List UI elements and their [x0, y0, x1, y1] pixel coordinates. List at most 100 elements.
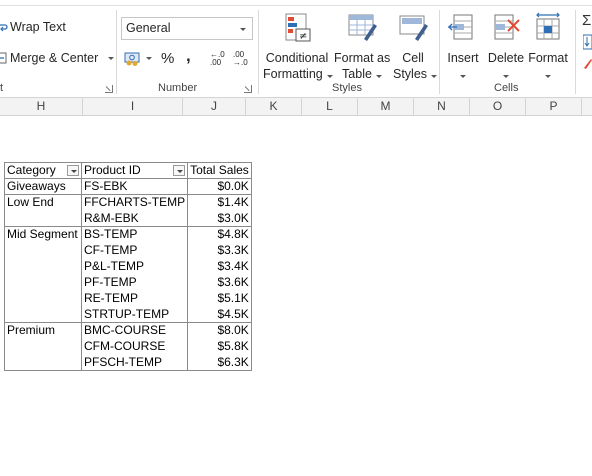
merge-center-icon: [0, 52, 7, 64]
pivot-row[interactable]: PF-TEMP $3.6K: [4, 274, 252, 291]
pivot-row[interactable]: R&M-EBK $3.0K: [4, 210, 252, 227]
format-as-table-button[interactable]: Format as Table: [334, 12, 390, 82]
clear-eraser-icon[interactable]: [583, 56, 592, 70]
pivot-product-cell[interactable]: RE-TEMP: [81, 290, 189, 307]
column-header-o[interactable]: O: [470, 98, 526, 115]
format-cells-button[interactable]: Format: [528, 12, 568, 82]
insert-cells-button[interactable]: Insert: [446, 12, 480, 82]
autosum-icon[interactable]: Σ: [582, 12, 591, 29]
product-id-filter-icon[interactable]: [173, 165, 186, 176]
wrap-text-button[interactable]: Wrap Text: [0, 20, 66, 34]
pivot-sales-cell[interactable]: $0.0K: [187, 178, 252, 195]
merge-center-button[interactable]: Merge & Center: [0, 51, 115, 65]
number-format-value: General: [126, 21, 171, 35]
ribbon-separator: [258, 10, 259, 94]
percent-style-button[interactable]: %: [161, 50, 174, 67]
merge-center-label: Merge & Center: [10, 51, 99, 65]
pivot-category-cell-empty[interactable]: [4, 258, 82, 275]
column-header-k[interactable]: K: [246, 98, 302, 115]
pivot-sales-cell[interactable]: $3.4K: [187, 258, 252, 275]
pivot-row[interactable]: Low End FFCHARTS-TEMP $1.4K: [4, 194, 252, 211]
pivot-product-cell[interactable]: CF-TEMP: [81, 242, 189, 259]
column-header-n[interactable]: N: [414, 98, 470, 115]
pivot-category-cell-empty[interactable]: [4, 338, 82, 355]
format-as-table-icon: [348, 14, 377, 41]
pivot-product-cell[interactable]: PF-TEMP: [81, 274, 189, 291]
pivot-product-cell[interactable]: BS-TEMP: [81, 226, 189, 243]
pivot-sales-cell[interactable]: $5.8K: [187, 338, 252, 355]
column-header-m[interactable]: M: [358, 98, 414, 115]
pivot-header-total-sales: Total Sales: [187, 162, 252, 179]
chevron-down-icon: [326, 75, 333, 78]
pivot-category-cell[interactable]: Low End: [4, 194, 82, 211]
column-header-i[interactable]: I: [83, 98, 183, 115]
delete-cells-button[interactable]: Delete: [487, 12, 525, 82]
category-filter-icon[interactable]: [67, 165, 79, 176]
format-as-table-label-1: Format as: [334, 51, 391, 65]
accounting-dropdown-icon[interactable]: [146, 56, 152, 60]
pivot-row[interactable]: STRTUP-TEMP $4.5K: [4, 306, 252, 323]
pivot-header-product-id-label: Product ID: [84, 163, 141, 177]
pivot-sales-cell[interactable]: $4.5K: [187, 306, 252, 323]
column-header-p[interactable]: P: [526, 98, 582, 115]
column-header-h[interactable]: H: [0, 98, 83, 115]
chevron-down-icon: [460, 75, 466, 78]
pivot-row[interactable]: Giveaways FS-EBK $0.0K: [4, 178, 252, 195]
pivot-sales-cell[interactable]: $1.4K: [187, 194, 252, 211]
comma-style-button[interactable]: ,: [186, 46, 191, 66]
increase-decimal-button[interactable]: ←.0 .00: [210, 51, 225, 67]
insert-cells-icon: [448, 14, 473, 40]
pivot-header-category: Category: [4, 162, 82, 179]
conditional-formatting-label-1: Conditional: [265, 51, 329, 65]
svg-text:≠: ≠: [299, 31, 307, 42]
pivot-product-cell[interactable]: FFCHARTS-TEMP: [81, 194, 189, 211]
ribbon: Wrap Text Merge & Center t General % , ←…: [0, 0, 592, 98]
pivot-category-cell-empty[interactable]: [4, 290, 82, 307]
column-header-j[interactable]: J: [183, 98, 246, 115]
decrease-decimal-button[interactable]: .00 →.0: [233, 51, 248, 67]
pivot-product-cell[interactable]: R&M-EBK: [81, 210, 189, 227]
pivot-sales-cell[interactable]: $3.3K: [187, 242, 252, 259]
pivot-product-cell[interactable]: STRTUP-TEMP: [81, 306, 189, 323]
pivot-category-cell-empty[interactable]: [4, 306, 82, 323]
pivot-sales-cell[interactable]: $8.0K: [187, 322, 252, 339]
pivot-product-cell[interactable]: PFSCH-TEMP: [81, 354, 189, 371]
pivot-category-cell-empty[interactable]: [4, 354, 82, 371]
pivot-category-cell[interactable]: Giveaways: [4, 178, 82, 195]
pivot-sales-cell[interactable]: $5.1K: [187, 290, 252, 307]
cell-styles-icon: [399, 15, 428, 41]
fill-icon[interactable]: [583, 34, 592, 50]
alignment-dialog-launcher-icon[interactable]: [105, 85, 113, 93]
pivot-product-cell[interactable]: CFM-COURSE: [81, 338, 189, 355]
format-cells-icon: [536, 12, 560, 40]
chevron-down-icon: [375, 75, 382, 78]
pivot-sales-cell[interactable]: $3.6K: [187, 274, 252, 291]
pivot-sales-cell[interactable]: $4.8K: [187, 226, 252, 243]
pivot-category-cell[interactable]: Mid Segment: [4, 226, 82, 243]
merge-center-dropdown-icon[interactable]: [108, 56, 115, 60]
number-format-dropdown[interactable]: General: [121, 17, 253, 40]
pivot-sales-cell[interactable]: $3.0K: [187, 210, 252, 227]
pivot-row[interactable]: Premium BMC-COURSE $8.0K: [4, 322, 252, 339]
pivot-category-cell-empty[interactable]: [4, 274, 82, 291]
pivot-row[interactable]: RE-TEMP $5.1K: [4, 290, 252, 307]
pivot-product-cell[interactable]: P&L-TEMP: [81, 258, 189, 275]
pivot-row[interactable]: PFSCH-TEMP $6.3K: [4, 354, 252, 371]
cell-styles-button[interactable]: Cell Styles: [393, 12, 438, 82]
column-header-l[interactable]: L: [302, 98, 358, 115]
pivot-product-cell[interactable]: BMC-COURSE: [81, 322, 189, 339]
pivot-row[interactable]: P&L-TEMP $3.4K: [4, 258, 252, 275]
number-dialog-launcher-icon[interactable]: [244, 85, 252, 93]
pivot-product-cell[interactable]: FS-EBK: [81, 178, 189, 195]
pivot-category-cell-empty[interactable]: [4, 210, 82, 227]
cell-styles-label-1: Cell: [402, 51, 424, 65]
pivot-row[interactable]: Mid Segment BS-TEMP $4.8K: [4, 226, 252, 243]
pivot-row[interactable]: CFM-COURSE $5.8K: [4, 338, 252, 355]
pivot-row[interactable]: CF-TEMP $3.3K: [4, 242, 252, 259]
chevron-down-icon: [240, 28, 246, 31]
accounting-format-button[interactable]: [124, 50, 152, 66]
pivot-category-cell-empty[interactable]: [4, 242, 82, 259]
conditional-formatting-button[interactable]: ≠ Conditional Formatting: [263, 12, 333, 82]
pivot-sales-cell[interactable]: $6.3K: [187, 354, 252, 371]
pivot-category-cell[interactable]: Premium: [4, 322, 82, 339]
